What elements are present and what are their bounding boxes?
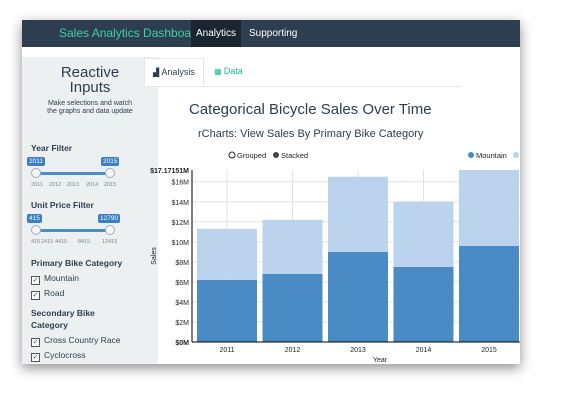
price-tick: 415 <box>31 239 41 245</box>
price-slider-track[interactable] <box>36 229 110 232</box>
bar-mountain-2013[interactable] <box>328 251 388 342</box>
grouped-label: Grouped <box>237 151 266 160</box>
y-max-label: $17.17151M <box>150 168 189 175</box>
checkbox-cross-country-race-box[interactable]: ✓ <box>31 338 40 347</box>
navbar: Sales Analytics Dashboard Analytics Supp… <box>22 20 520 66</box>
x-tick-label: 2015 <box>481 347 497 354</box>
price-min-value: 415 <box>27 214 42 223</box>
checkbox-road[interactable]: ✓ Road <box>31 287 64 300</box>
year-tick: 2013 <box>67 182 80 188</box>
y-tick-label: $8M <box>175 260 189 267</box>
price-tick: 4415 <box>55 239 68 245</box>
year-slider-max-handle[interactable] <box>105 168 115 178</box>
y-tick-label: $0M <box>175 340 189 347</box>
bar-road-2011[interactable] <box>197 228 257 280</box>
brand-title[interactable]: Sales Analytics Dashboard <box>59 26 202 40</box>
checkbox-cyclocross-label: Cyclocross <box>44 350 86 360</box>
year-max-value: 2015 <box>101 157 120 166</box>
y-tick-label: $12M <box>171 220 189 227</box>
stacked-label: Stacked <box>281 151 308 160</box>
x-tick-label: 2011 <box>219 347 234 354</box>
y-axis-label: Sales <box>151 247 158 265</box>
sidebar-title-line2: Inputs <box>69 79 111 96</box>
checkbox-mountain[interactable]: ✓ Mountain <box>31 272 79 285</box>
y-tick-label: $6M <box>175 280 189 287</box>
chart-title: rCharts: View Sales By Primary Bike Cate… <box>198 128 424 140</box>
legend-mountain-swatch[interactable] <box>468 152 474 158</box>
year-slider-min-handle[interactable] <box>31 168 41 178</box>
bar-road-2014[interactable] <box>393 201 454 267</box>
tab-analysis-label: Analysis <box>161 67 195 77</box>
price-tick: 12415 <box>102 239 118 245</box>
nav-tab-analytics[interactable]: Analytics <box>191 20 241 47</box>
x-tick-label: 2012 <box>285 347 301 354</box>
year-min-value: 2011 <box>27 157 45 166</box>
price-filter-label: Unit Price Filter <box>31 200 94 210</box>
table-icon: ▦ <box>214 67 224 76</box>
secondary-category-label-line1: Secondary Bike <box>31 308 95 318</box>
checkbox-mountain-label: Mountain <box>44 273 79 283</box>
bar-mountain-2012[interactable] <box>262 273 323 342</box>
stacked-radio[interactable] <box>273 152 279 158</box>
checkbox-cyclocross-box[interactable]: ✓ <box>31 353 40 362</box>
year-tick: 2014 <box>86 182 99 188</box>
legend-mountain-label: Mountain <box>476 151 507 160</box>
x-tick-label: 2013 <box>350 347 366 354</box>
bar-road-2013[interactable] <box>328 176 388 252</box>
y-tick-label: $4M <box>175 300 189 307</box>
y-tick-label: $10M <box>171 240 189 247</box>
price-slider-min-handle[interactable] <box>31 225 41 235</box>
x-tick-label: 2014 <box>416 347 432 354</box>
year-tick: 2011 <box>31 182 43 188</box>
sidebar: Reactive Inputs Make selections and watc… <box>22 57 158 364</box>
y-tick-label: $2M <box>175 320 189 327</box>
grouped-radio[interactable] <box>228 151 236 159</box>
year-filter-label: Year Filter <box>31 143 73 153</box>
page-title: Categorical Bicycle Sales Over Time <box>189 101 432 118</box>
year-tick: 2015 <box>104 182 117 188</box>
price-max-value: 12790 <box>98 214 121 223</box>
sidebar-desc-line2: the graphs and data update <box>47 108 133 115</box>
price-slider-max-handle[interactable] <box>105 225 115 235</box>
checkbox-cross-country-race[interactable]: ✓ Cross Country Race <box>31 334 121 347</box>
checkbox-cyclocross[interactable]: ✓ Cyclocross <box>31 349 86 362</box>
main-tabs: ▟ Analysis ▦ Data <box>144 58 462 87</box>
tab-data[interactable]: ▦ Data <box>214 58 264 86</box>
tab-data-label: Data <box>223 66 243 76</box>
bar-mountain-2011[interactable] <box>197 279 257 342</box>
primary-category-label: Primary Bike Category <box>31 258 123 268</box>
checkbox-road-label: Road <box>44 288 65 298</box>
sidebar-desc-line1: Make selections and watch <box>47 100 133 107</box>
price-tick: 2415 <box>41 239 54 245</box>
nav-tab-supporting-docs[interactable]: Supporting Docs <box>249 20 317 66</box>
year-slider-track[interactable] <box>36 172 110 175</box>
secondary-category-label-line2: Category <box>31 320 68 330</box>
year-tick: 2012 <box>49 182 62 188</box>
bar-mountain-2015[interactable] <box>459 245 519 342</box>
y-tick-label: $16M <box>171 180 189 187</box>
bar-road-2012[interactable] <box>262 219 323 274</box>
price-tick: 8415 <box>78 239 91 245</box>
tab-analysis[interactable]: ▟ Analysis <box>144 58 204 86</box>
checkbox-road-box[interactable]: ✓ <box>31 291 40 300</box>
x-axis-label: Year <box>373 357 388 364</box>
checkbox-mountain-box[interactable]: ✓ <box>31 276 40 285</box>
bar-mountain-2014[interactable] <box>393 266 454 342</box>
app-window: Sales Analytics Dashboard Analytics Supp… <box>22 20 520 364</box>
sales-chart: $0M $2M $4M $6M $8M $10M $12M $14M $16M $17.17151… <box>150 151 520 364</box>
bar-road-2015[interactable] <box>459 170 519 246</box>
y-tick-label: $14M <box>171 200 189 207</box>
legend-road-swatch[interactable] <box>513 152 519 158</box>
checkbox-cross-country-race-label: Cross Country Race <box>44 335 121 345</box>
